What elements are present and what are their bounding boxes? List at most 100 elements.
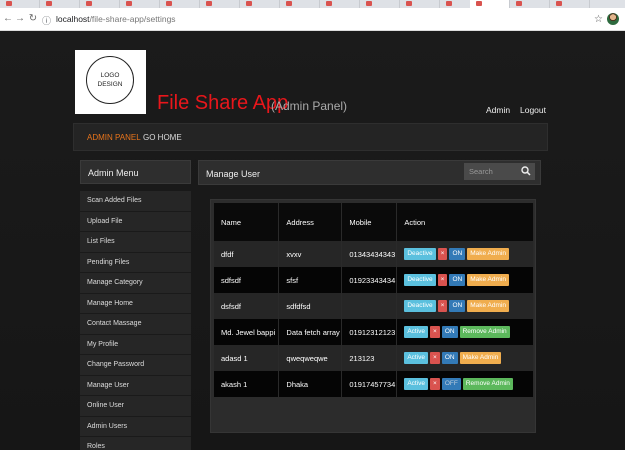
browser-tab[interactable] <box>40 0 80 8</box>
delete-button[interactable]: × <box>437 248 448 260</box>
status-toggle-button[interactable]: Deactive <box>404 300 436 312</box>
status-toggle-button[interactable]: Active <box>404 326 429 338</box>
cell-actions: Active × ON Make Admin <box>396 345 534 371</box>
logout-link[interactable]: Logout <box>520 105 546 115</box>
admin-link[interactable]: Admin <box>486 105 510 115</box>
cell-address: qweqweqwe <box>278 345 343 371</box>
sidebar-item[interactable]: Upload File <box>80 211 191 232</box>
browser-tab[interactable] <box>550 0 590 8</box>
browser-tab[interactable] <box>280 0 320 8</box>
sidebar-item[interactable]: Manage User <box>80 375 191 396</box>
browser-tab[interactable] <box>160 0 200 8</box>
logo-circle: LOGO DESIGN <box>86 56 134 104</box>
table-row: adasd 1 qweqweqwe 213123 Active × ON Make Admi… <box>214 345 534 371</box>
sidebar-item[interactable]: Admin Users <box>80 416 191 437</box>
browser-tab[interactable] <box>0 0 40 8</box>
browser-tab-active[interactable] <box>470 0 510 8</box>
status-toggle-button[interactable]: Deactive <box>404 248 436 260</box>
on-off-toggle-button[interactable]: OFF <box>441 378 461 390</box>
logo[interactable]: LOGO DESIGN <box>75 50 146 114</box>
browser-tab[interactable] <box>400 0 440 8</box>
sidebar-item[interactable]: Change Password <box>80 355 191 376</box>
arrow-right-icon[interactable]: → <box>14 13 26 25</box>
delete-button[interactable]: × <box>437 300 448 312</box>
on-off-toggle-button[interactable]: ON <box>441 326 458 338</box>
user-table-panel: Name Address Mobile Action dfdf xvxv 01343… <box>210 199 536 433</box>
browser-tab[interactable] <box>360 0 400 8</box>
delete-button[interactable]: × <box>430 352 440 364</box>
on-off-toggle-button[interactable]: ON <box>449 274 466 286</box>
table-row: Md. Jewel bappi Data fetch array 019123121… <box>214 319 534 345</box>
cell-mobile: 213123 <box>341 345 398 371</box>
sidebar-item[interactable]: Manage Category <box>80 273 191 294</box>
cell-actions: Deactive × ON Make Admin <box>396 241 534 267</box>
delete-button[interactable]: × <box>430 378 440 390</box>
cell-name: sdfsdf <box>214 267 280 293</box>
tab-favicon-icon <box>206 1 212 6</box>
tab-favicon-icon <box>406 1 412 6</box>
cell-name: akash 1 <box>214 371 280 397</box>
cell-mobile <box>341 293 398 319</box>
admin-role-button[interactable]: Make Admin <box>459 352 502 364</box>
reload-icon[interactable]: ↻ <box>27 13 39 25</box>
cell-mobile: 01923343434 <box>341 267 398 293</box>
app-title: File Share App <box>157 92 289 114</box>
profile-avatar[interactable] <box>607 13 619 25</box>
address-bar[interactable]: ⓘ localhost/file-share-app/settings <box>42 12 602 27</box>
admin-role-button[interactable]: Make Admin <box>467 300 509 312</box>
admin-role-button[interactable]: Remove Admin <box>462 378 513 390</box>
table-row: dsfsdf sdfdfsd Deactive × ON Make Admin <box>214 293 534 319</box>
column-header-address: Address <box>278 203 343 241</box>
sidebar-item[interactable]: Contact Massage <box>80 314 191 335</box>
url-text: localhost/file-share-app/settings <box>56 14 176 24</box>
sidebar-item[interactable]: Online User <box>80 396 191 417</box>
on-off-toggle-button[interactable]: ON <box>449 248 466 260</box>
browser-toolbar: ← → ↻ ⓘ localhost/file-share-app/setting… <box>0 8 625 31</box>
browser-tab[interactable] <box>120 0 160 8</box>
browser-tab[interactable] <box>200 0 240 8</box>
cell-actions: Active × ON Remove Admin <box>396 319 534 345</box>
sidebar-title: Admin Menu <box>80 160 191 184</box>
cell-mobile: 01917457734 <box>341 371 398 397</box>
status-toggle-button[interactable]: Active <box>404 352 429 364</box>
cell-name: adasd 1 <box>214 345 280 371</box>
top-navbar: ADMIN PANEL GO HOME <box>73 123 548 151</box>
status-toggle-button[interactable]: Active <box>404 378 429 390</box>
star-icon[interactable]: ☆ <box>594 14 603 25</box>
sidebar-menu: Scan Added Files Upload File List Files Pen… <box>80 191 191 450</box>
sidebar-item[interactable]: Pending Files <box>80 252 191 273</box>
nav-go-home[interactable]: GO HOME <box>143 133 182 142</box>
status-toggle-button[interactable]: Deactive <box>404 274 436 286</box>
sidebar-item[interactable]: Scan Added Files <box>80 191 191 212</box>
browser-tab[interactable] <box>320 0 360 8</box>
logo-text-line2: DESIGN <box>97 81 123 88</box>
tab-favicon-icon <box>6 1 12 6</box>
sidebar-item[interactable]: My Profile <box>80 334 191 355</box>
browser-tab[interactable] <box>80 0 120 8</box>
on-off-toggle-button[interactable]: ON <box>441 352 458 364</box>
search-input[interactable] <box>464 163 520 180</box>
sidebar-item[interactable]: Roles <box>80 437 191 450</box>
table-row: sdfsdf sfsf 01923343434 Deactive × ON Make Adm… <box>214 267 534 293</box>
delete-button[interactable]: × <box>437 274 448 286</box>
sidebar-item[interactable]: Manage Home <box>80 293 191 314</box>
admin-role-button[interactable]: Make Admin <box>467 248 509 260</box>
tab-favicon-icon <box>126 1 132 6</box>
arrow-left-icon[interactable]: ← <box>2 13 14 25</box>
admin-role-button[interactable]: Make Admin <box>467 274 509 286</box>
table-header-row: Name Address Mobile Action <box>214 203 534 241</box>
delete-button[interactable]: × <box>430 326 440 338</box>
sidebar-item[interactable]: List Files <box>80 232 191 253</box>
on-off-toggle-button[interactable]: ON <box>449 300 466 312</box>
cell-address: sfsf <box>278 267 343 293</box>
tab-favicon-icon <box>516 1 522 6</box>
browser-tab[interactable] <box>510 0 550 8</box>
info-icon[interactable]: ⓘ <box>42 14 51 27</box>
nav-admin-panel[interactable]: ADMIN PANEL <box>87 133 141 142</box>
admin-role-button[interactable]: Remove Admin <box>459 326 510 338</box>
browser-tab[interactable] <box>240 0 280 8</box>
search-icon[interactable] <box>521 165 531 177</box>
tab-favicon-icon <box>326 1 332 6</box>
cell-name: dsfsdf <box>214 293 280 319</box>
tab-favicon-icon <box>86 1 92 6</box>
